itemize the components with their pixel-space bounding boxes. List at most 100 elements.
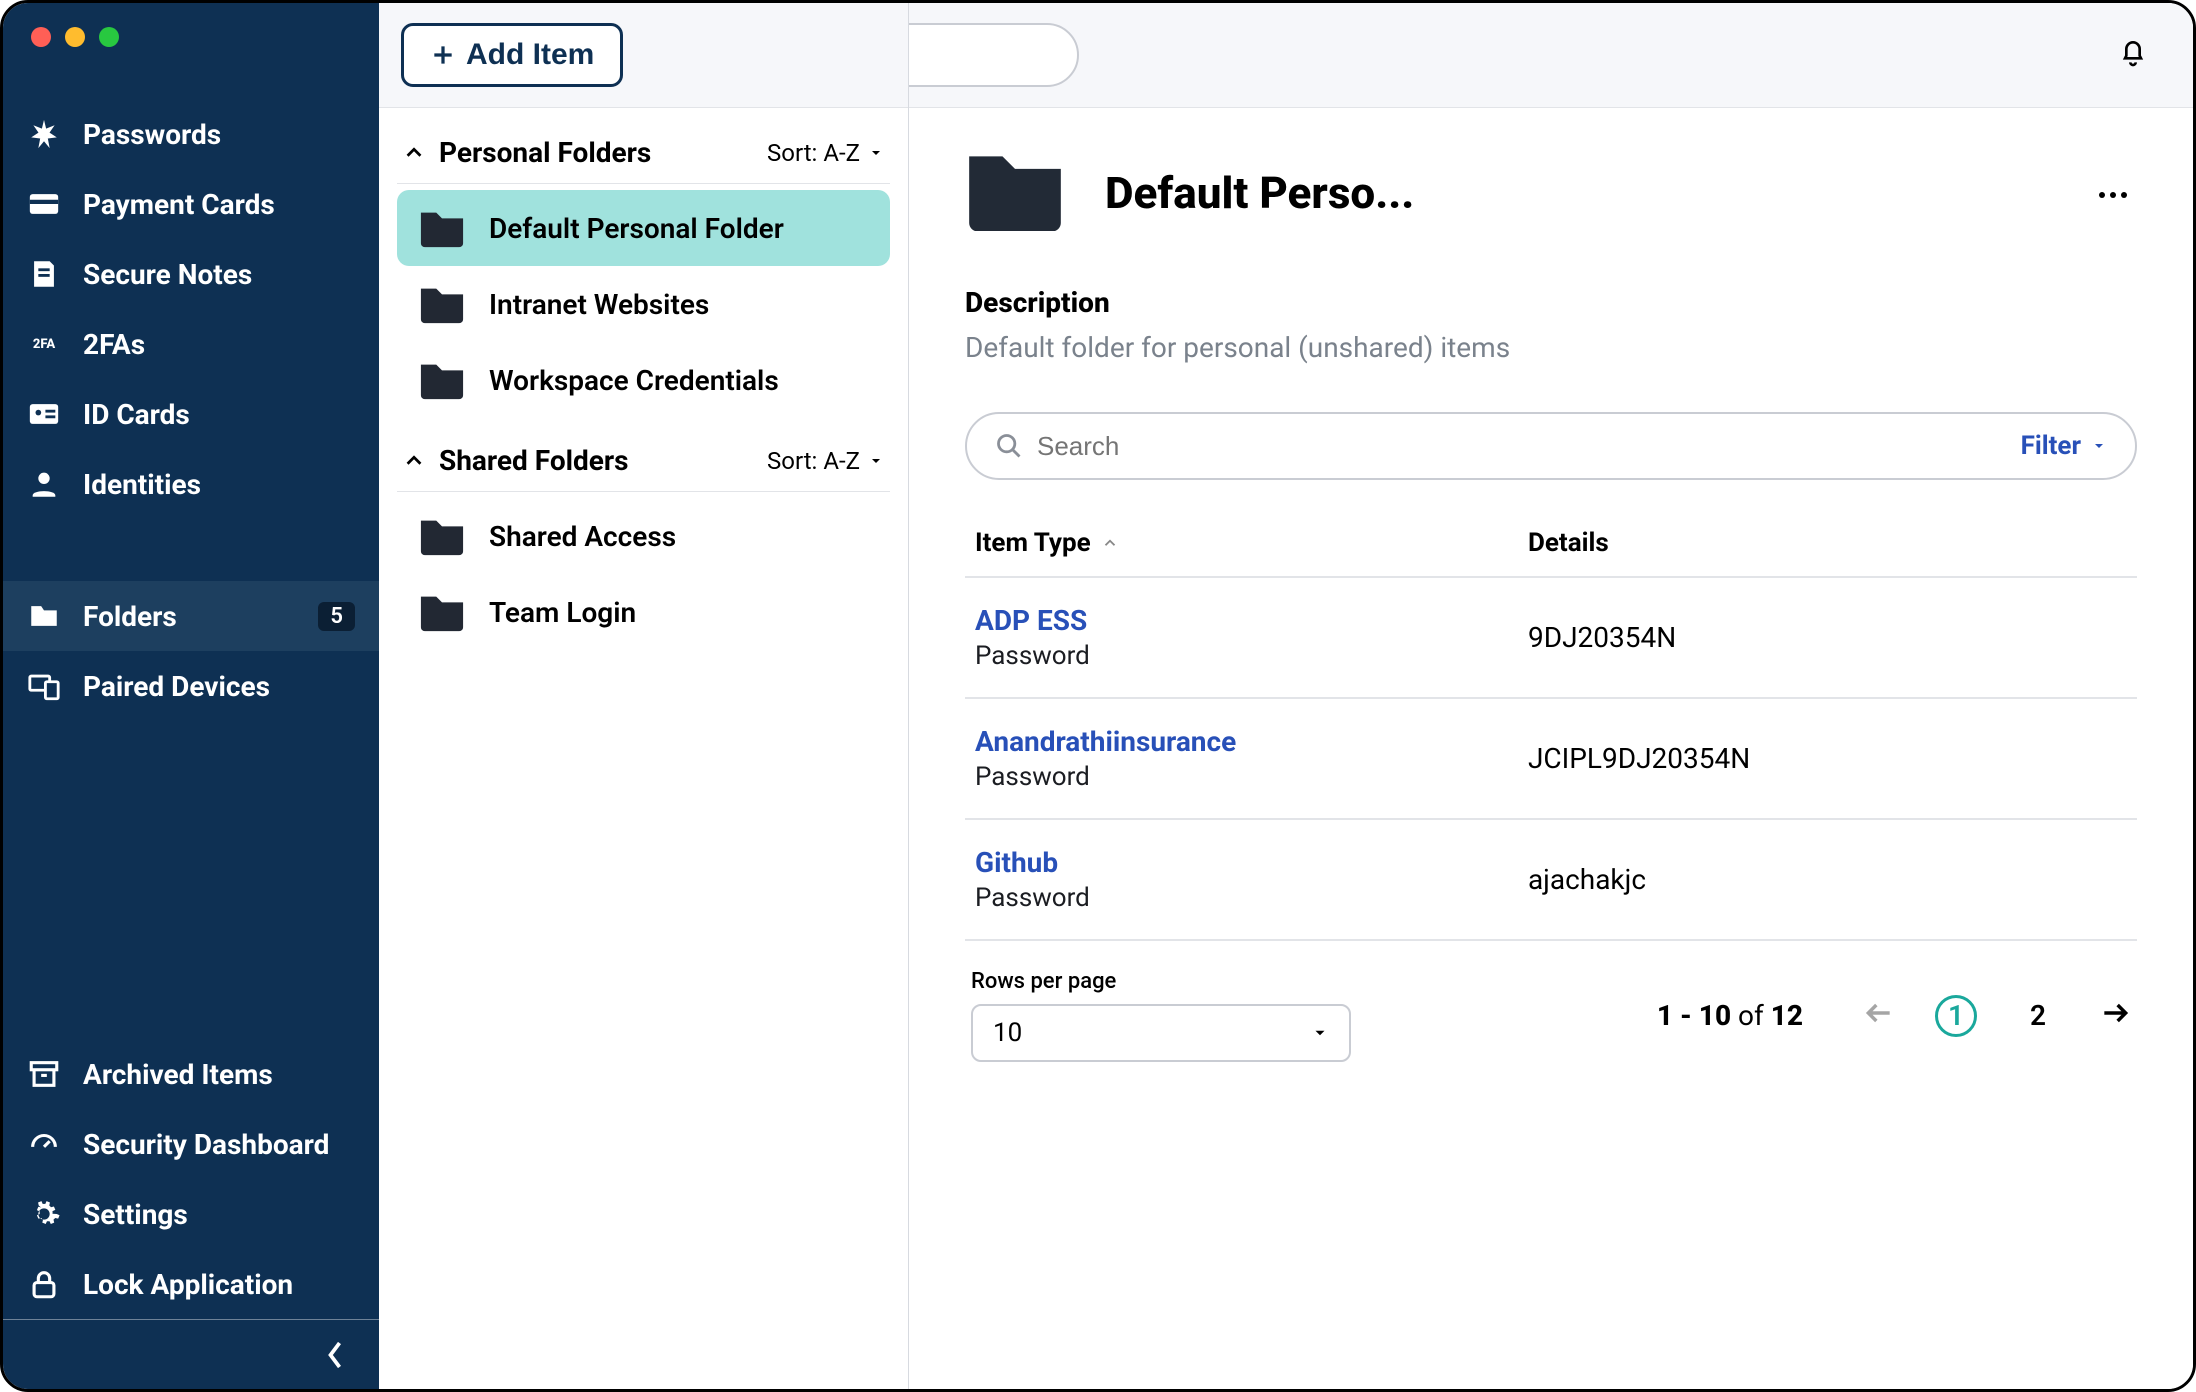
folder-search[interactable]: Filter: [965, 412, 2137, 480]
table-row[interactable]: Github Password ajachakjc: [965, 820, 2137, 941]
nav-secure-notes[interactable]: Secure Notes: [3, 239, 379, 309]
folders-section-shared-header[interactable]: Shared Folders Sort: A-Z: [397, 428, 890, 492]
item-type: Password: [975, 883, 1528, 913]
nav-paired-devices[interactable]: Paired Devices: [3, 651, 379, 721]
nav-payment-cards[interactable]: Payment Cards: [3, 169, 379, 239]
search-items-input[interactable]: [909, 40, 1053, 71]
arrow-left-icon: [1863, 997, 1895, 1029]
gear-icon: [27, 1197, 61, 1231]
minimize-window-button[interactable]: [65, 27, 85, 47]
caret-down-icon: [868, 453, 884, 469]
cell-item: Github Password: [975, 846, 1528, 913]
nav-label: 2FAs: [83, 328, 145, 361]
cell-details: 9DJ20354N: [1528, 621, 2127, 654]
nav-identities[interactable]: Identities: [3, 449, 379, 519]
search-items[interactable]: [909, 23, 1079, 87]
notifications-button[interactable]: [2117, 37, 2149, 74]
sort-button[interactable]: Sort: A-Z: [767, 447, 884, 475]
folder-icon: [419, 284, 465, 324]
nav-security-dashboard[interactable]: Security Dashboard: [3, 1109, 379, 1179]
devices-icon: [27, 669, 61, 703]
page-1-button[interactable]: 1: [1935, 995, 1977, 1037]
folder-title: Default Perso...: [1105, 167, 2049, 219]
more-actions-button[interactable]: [2089, 173, 2137, 213]
next-page-button[interactable]: [2099, 997, 2131, 1034]
nav-label: Paired Devices: [83, 670, 270, 703]
table-row[interactable]: Anandrathiinsurance Password JCIPL9DJ203…: [965, 699, 2137, 820]
sidebar-collapse-button[interactable]: [3, 1319, 379, 1389]
folder-icon: [419, 516, 465, 556]
sort-label: Sort: A-Z: [767, 139, 860, 167]
asterisk-icon: [27, 117, 61, 151]
id-card-icon: [27, 397, 61, 431]
maximize-window-button[interactable]: [99, 27, 119, 47]
nav-label: Passwords: [83, 118, 221, 151]
filter-button[interactable]: Filter: [2021, 431, 2107, 461]
folder-label: Intranet Websites: [489, 288, 709, 321]
chevron-left-icon: [325, 1340, 345, 1370]
column-label: Details: [1528, 528, 1609, 558]
folder-item-workspace-credentials[interactable]: Workspace Credentials: [397, 342, 890, 418]
folder-item-default-personal[interactable]: Default Personal Folder: [397, 190, 890, 266]
description-text: Default folder for personal (unshared) i…: [965, 331, 2137, 364]
two-fa-icon: 2FA: [27, 327, 61, 361]
column-details[interactable]: Details: [1528, 528, 2127, 558]
nav-settings[interactable]: Settings: [3, 1179, 379, 1249]
nav-folders[interactable]: Folders 5: [3, 581, 379, 651]
sort-button[interactable]: Sort: A-Z: [767, 139, 884, 167]
folder-item-team-login[interactable]: Team Login: [397, 574, 890, 650]
nav-id-cards[interactable]: ID Cards: [3, 379, 379, 449]
folder-item-shared-access[interactable]: Shared Access: [397, 498, 890, 574]
prev-page-button[interactable]: [1863, 997, 1895, 1034]
table-row[interactable]: ADP ESS Password 9DJ20354N: [965, 578, 2137, 699]
folders-column: Add Item Personal Folders Sort: A-Z Defa…: [379, 3, 909, 1389]
caret-down-icon: [868, 145, 884, 161]
item-name[interactable]: ADP ESS: [975, 604, 1528, 637]
chevron-up-icon: [403, 450, 425, 472]
nav-label: Secure Notes: [83, 258, 252, 291]
folders-section-personal-header[interactable]: Personal Folders Sort: A-Z: [397, 120, 890, 184]
table-header: Item Type Details: [965, 510, 2137, 578]
folder-icon: [419, 360, 465, 400]
search-icon: [995, 432, 1023, 460]
rows-per-page-label: Rows per page: [971, 969, 1351, 994]
detail-body: Default Perso... Description Default fol…: [909, 108, 2193, 1389]
nav-2fa[interactable]: 2FA 2FAs: [3, 309, 379, 379]
pager: 1 2: [1863, 995, 2131, 1037]
nav-archived-items[interactable]: Archived Items: [3, 1039, 379, 1109]
page-2-button[interactable]: 2: [2017, 995, 2059, 1037]
cell-details: ajachakjc: [1528, 863, 2127, 896]
nav-label: Folders: [83, 600, 177, 633]
cell-item: ADP ESS Password: [975, 604, 1528, 671]
nav-bottom: Archived Items Security Dashboard Settin…: [3, 1039, 379, 1319]
pagination: Rows per page 10 1 - 10 of 12 1: [965, 941, 2137, 1072]
nav-label: Payment Cards: [83, 188, 275, 221]
folders-body: Personal Folders Sort: A-Z Default Perso…: [379, 108, 908, 662]
folder-item-intranet-websites[interactable]: Intranet Websites: [397, 266, 890, 342]
folder-icon: [419, 592, 465, 632]
column-item-type[interactable]: Item Type: [975, 528, 1528, 558]
nav-label: Archived Items: [83, 1058, 273, 1091]
sidebar: Passwords Payment Cards Secure Notes 2FA…: [3, 3, 379, 1389]
nav-label: Identities: [83, 468, 201, 501]
folders-count-badge: 5: [318, 602, 355, 631]
folder-label: Default Personal Folder: [489, 212, 784, 245]
nav-label: Settings: [83, 1198, 188, 1231]
item-type: Password: [975, 762, 1528, 792]
window-controls: [3, 3, 379, 63]
arrow-right-icon: [2099, 997, 2131, 1029]
nav-passwords[interactable]: Passwords: [3, 99, 379, 169]
item-name[interactable]: Anandrathiinsurance: [975, 725, 1528, 758]
folder-search-input[interactable]: [1037, 431, 2007, 462]
item-name[interactable]: Github: [975, 846, 1528, 879]
identity-icon: [27, 467, 61, 501]
plus-icon: [430, 42, 456, 68]
rows-per-page-select[interactable]: 10: [971, 1004, 1351, 1062]
folder-icon: [27, 599, 61, 633]
column-label: Item Type: [975, 528, 1091, 558]
rows-per-page: Rows per page 10: [971, 969, 1351, 1062]
add-item-button[interactable]: Add Item: [401, 23, 623, 87]
page-total: 12: [1771, 999, 1803, 1032]
close-window-button[interactable]: [31, 27, 51, 47]
nav-lock-application[interactable]: Lock Application: [3, 1249, 379, 1319]
